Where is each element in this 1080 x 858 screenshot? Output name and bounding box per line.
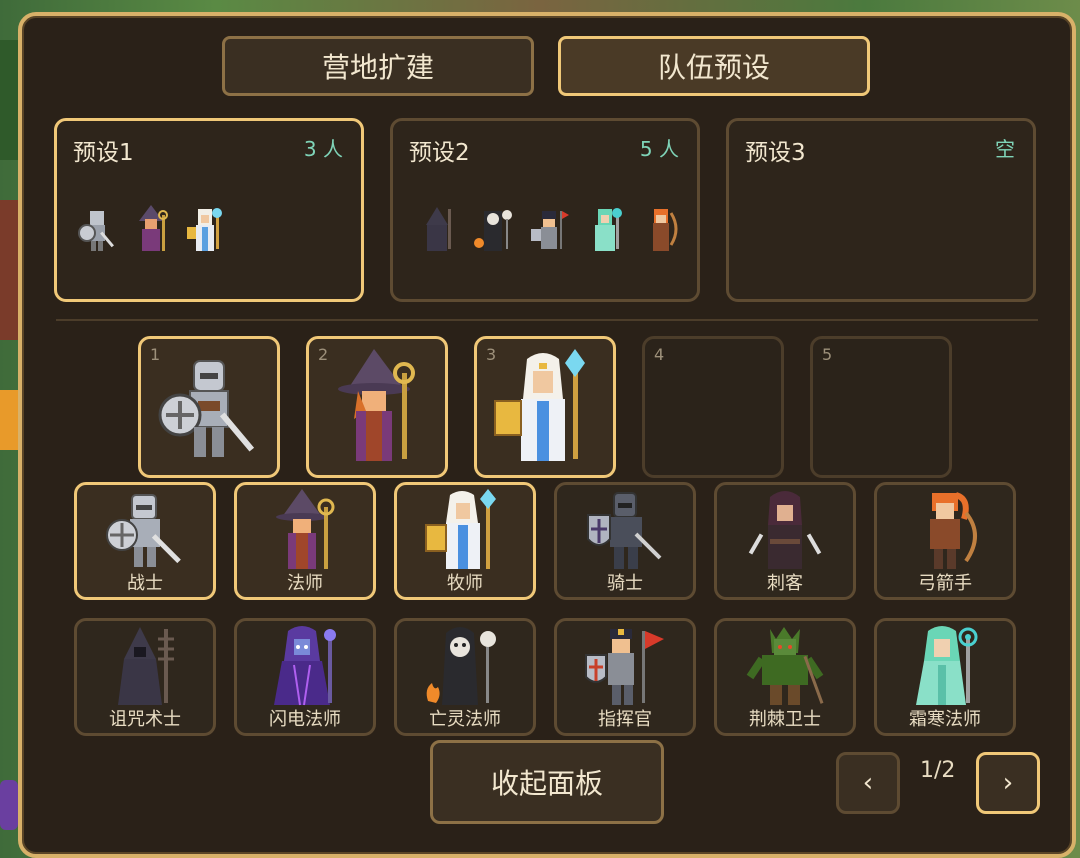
mage-icon [260,489,350,575]
preset-card-3[interactable]: 预设3 空 [726,118,1036,302]
priest-portrait-icon [487,349,603,469]
campfire [0,390,18,450]
roster-card-lightning-mage[interactable]: 闪电法师 [234,618,376,736]
roster-card-assassin[interactable]: 刺客 [714,482,856,600]
preset-count: 空 [995,137,1015,161]
warlock-mini-icon [417,205,457,253]
warrior-icon [100,491,190,575]
roster-label: 诅咒术士 [109,709,181,730]
tree-left [0,40,20,160]
preset-name: 预设3 [745,140,806,166]
page-indicator: 1/2 [920,758,956,783]
divider [56,319,1038,321]
roster-label: 霜寒法师 [909,709,981,730]
knight-icon [580,489,670,575]
roster-label: 荆棘卫士 [749,709,821,730]
next-page-button[interactable]: › [976,752,1040,814]
preset-card-1[interactable]: 预设1 3 人 [54,118,364,302]
preset-name: 预设2 [409,140,470,166]
team-slot-1[interactable]: 1 [138,336,280,478]
warlock-icon [100,625,190,711]
roster-label: 刺客 [767,573,803,594]
preset-card-2[interactable]: 预设2 5 人 [390,118,700,302]
roster-card-knight[interactable]: 骑士 [554,482,696,600]
monster-corner [0,780,18,830]
thorn-guard-icon [740,625,830,711]
warrior-mini-icon [77,205,117,253]
tab-team-presets[interactable]: 队伍预设 [558,36,870,96]
warrior-portrait-icon [154,353,264,469]
roster-card-frost-mage[interactable]: 霜寒法师 [874,618,1016,736]
preset-name: 预设1 [73,140,134,166]
lightning-mage-icon [260,625,350,711]
roster-card-archer[interactable]: 弓箭手 [874,482,1016,600]
roster-card-commander[interactable]: 指挥官 [554,618,696,736]
priest-icon [420,489,510,575]
roster-label: 闪电法师 [269,709,341,730]
team-slot-3[interactable]: 3 [474,336,616,478]
prev-page-button[interactable]: ‹ [836,752,900,814]
mage-portrait-icon [322,349,432,469]
frost-mage-mini-icon [585,205,625,253]
necromancer-mini-icon [473,205,513,253]
slot-number: 4 [654,345,665,364]
team-slot-5[interactable]: 5 [810,336,952,478]
commander-mini-icon [529,205,569,253]
house-left [0,200,18,340]
team-slot-4[interactable]: 4 [642,336,784,478]
roster-label: 战士 [127,573,163,594]
preset-count: 5 人 [639,137,679,161]
roster-card-priest[interactable]: 牧师 [394,482,536,600]
roster-card-thorn-guard[interactable]: 荆棘卫士 [714,618,856,736]
roster-label: 指挥官 [598,709,652,730]
priest-mini-icon [185,205,225,253]
roster-card-necromancer[interactable]: 亡灵法师 [394,618,536,736]
slot-number: 5 [822,345,833,364]
preset-members [77,205,225,253]
roster-label: 牧师 [447,573,483,594]
roster-card-warrior[interactable]: 战士 [74,482,216,600]
collapse-panel-button[interactable]: 收起面板 [430,740,664,824]
commander-icon [580,625,670,711]
assassin-icon [740,489,830,575]
preset-count: 3 人 [303,137,343,161]
archer-mini-icon [641,205,681,253]
roster-card-mage[interactable]: 法师 [234,482,376,600]
mage-mini-icon [131,205,171,253]
roster-card-warlock[interactable]: 诅咒术士 [74,618,216,736]
roster-label: 弓箭手 [918,573,972,594]
necromancer-icon [420,625,510,711]
tab-camp-expansion[interactable]: 营地扩建 [222,36,534,96]
team-panel: 营地扩建 队伍预设 预设1 3 人 预设2 5 人 预设3 空 1 2 3 4 … [18,12,1076,858]
roster-label: 法师 [287,573,323,594]
frost-mage-icon [900,625,990,711]
team-slot-2[interactable]: 2 [306,336,448,478]
roster-label: 亡灵法师 [429,709,501,730]
roster-label: 骑士 [607,573,643,594]
preset-members [417,205,681,253]
archer-icon [900,489,990,575]
